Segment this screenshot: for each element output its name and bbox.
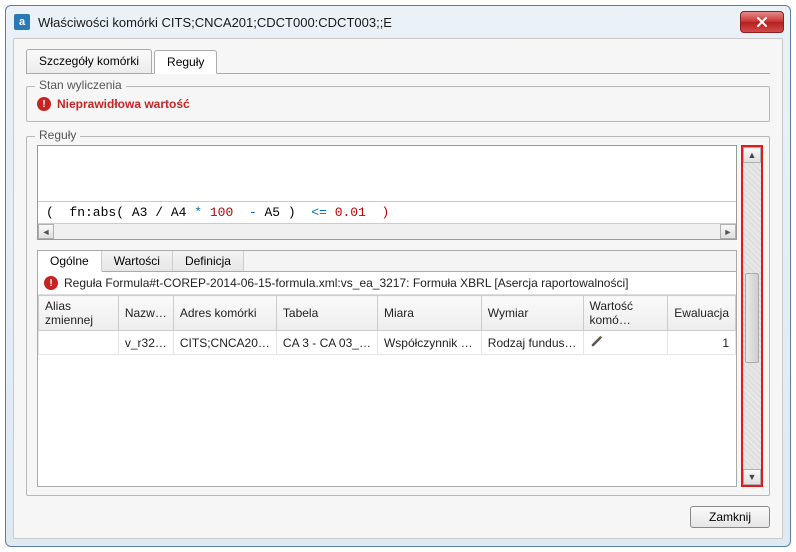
close-window-button[interactable]	[740, 11, 784, 33]
window-title: Właściwości komórki CITS;CNCA201;CDCT000…	[38, 15, 740, 30]
title-bar: a Właściwości komórki CITS;CNCA201;CDCT0…	[6, 6, 790, 38]
table-header-row: Alias zmiennej Nazw… Adres komórki Tabel…	[39, 296, 736, 331]
rule-details-panel: Ogólne Wartości Definicja ! Reguła Formu…	[37, 250, 737, 487]
rules-legend: Reguły	[35, 128, 80, 142]
rule-title-text: Reguła Formula#t-COREP-2014-06-15-formul…	[64, 276, 628, 290]
app-icon: a	[14, 14, 30, 30]
formula-expression: ( fn:abs( A3 / A4 * 100 - A5 ) <= 0.01 )	[38, 201, 736, 223]
col-evaluation[interactable]: Ewaluacja	[668, 296, 736, 331]
rule-title-row: ! Reguła Formula#t-COREP-2014-06-15-form…	[38, 272, 736, 295]
tab-underline	[26, 73, 770, 74]
tab-rules[interactable]: Reguły	[154, 50, 217, 74]
inner-tab-general[interactable]: Ogólne	[38, 251, 102, 272]
hscroll-track[interactable]	[54, 224, 720, 239]
status-row: ! Nieprawidłowa wartość	[37, 97, 759, 111]
col-dimension[interactable]: Wymiar	[481, 296, 583, 331]
dialog-footer: Zamknij	[26, 496, 770, 528]
rules-fieldset: Reguły ( fn:abs( A3 / A4 * 100 - A5 ) <=…	[26, 136, 770, 496]
cell-table: CA 3 - CA 03_…	[276, 331, 377, 355]
scroll-right-icon[interactable]: ►	[720, 224, 736, 239]
scroll-left-icon[interactable]: ◄	[38, 224, 54, 239]
formula-hscrollbar[interactable]: ◄ ►	[38, 223, 736, 239]
cell-dimension: Rodzaj fundus…	[481, 331, 583, 355]
pencil-icon	[590, 334, 604, 348]
status-legend: Stan wyliczenia	[35, 78, 126, 92]
col-cell-value[interactable]: Wartość komó…	[583, 296, 668, 331]
col-table[interactable]: Tabela	[276, 296, 377, 331]
cell-addr: CITS;CNCA20…	[173, 331, 276, 355]
col-name[interactable]: Nazw…	[118, 296, 173, 331]
cell-name: v_r32…	[118, 331, 173, 355]
cell-alias	[39, 331, 119, 355]
col-alias[interactable]: Alias zmiennej	[39, 296, 119, 331]
rules-vscrollbar[interactable]: ▲ ▼	[741, 145, 763, 487]
cell-measure: Współczynnik …	[377, 331, 481, 355]
tab-cell-details[interactable]: Szczegóły komórki	[26, 49, 152, 73]
error-icon: !	[37, 97, 51, 111]
rules-content: ( fn:abs( A3 / A4 * 100 - A5 ) <= 0.01 )…	[37, 145, 737, 487]
table-row[interactable]: v_r32… CITS;CNCA20… CA 3 - CA 03_… Współ…	[39, 331, 736, 355]
close-icon	[756, 16, 768, 28]
cell-evaluation: 1	[668, 331, 736, 355]
formula-empty-area	[38, 146, 736, 201]
close-button[interactable]: Zamknij	[690, 506, 770, 528]
client-area: Szczegóły komórki Reguły Stan wyliczenia…	[13, 38, 783, 539]
inner-tabs: Ogólne Wartości Definicja	[38, 251, 736, 272]
cell-value	[583, 331, 668, 355]
scroll-up-icon[interactable]: ▲	[743, 147, 761, 163]
inner-tab-definition[interactable]: Definicja	[173, 251, 244, 271]
dialog-window: a Właściwości komórki CITS;CNCA201;CDCT0…	[5, 5, 791, 547]
scroll-down-icon[interactable]: ▼	[743, 469, 761, 485]
inner-tab-values[interactable]: Wartości	[102, 251, 173, 271]
col-cell-addr[interactable]: Adres komórki	[173, 296, 276, 331]
status-message: Nieprawidłowa wartość	[57, 97, 190, 111]
vscroll-thumb[interactable]	[745, 273, 759, 363]
status-fieldset: Stan wyliczenia ! Nieprawidłowa wartość	[26, 86, 770, 122]
col-measure[interactable]: Miara	[377, 296, 481, 331]
vscroll-track[interactable]	[743, 163, 761, 469]
main-tabs: Szczegóły komórki Reguły	[26, 49, 770, 73]
error-icon: !	[44, 276, 58, 290]
formula-box: ( fn:abs( A3 / A4 * 100 - A5 ) <= 0.01 )…	[37, 145, 737, 240]
variables-table: Alias zmiennej Nazw… Adres komórki Tabel…	[38, 295, 736, 355]
